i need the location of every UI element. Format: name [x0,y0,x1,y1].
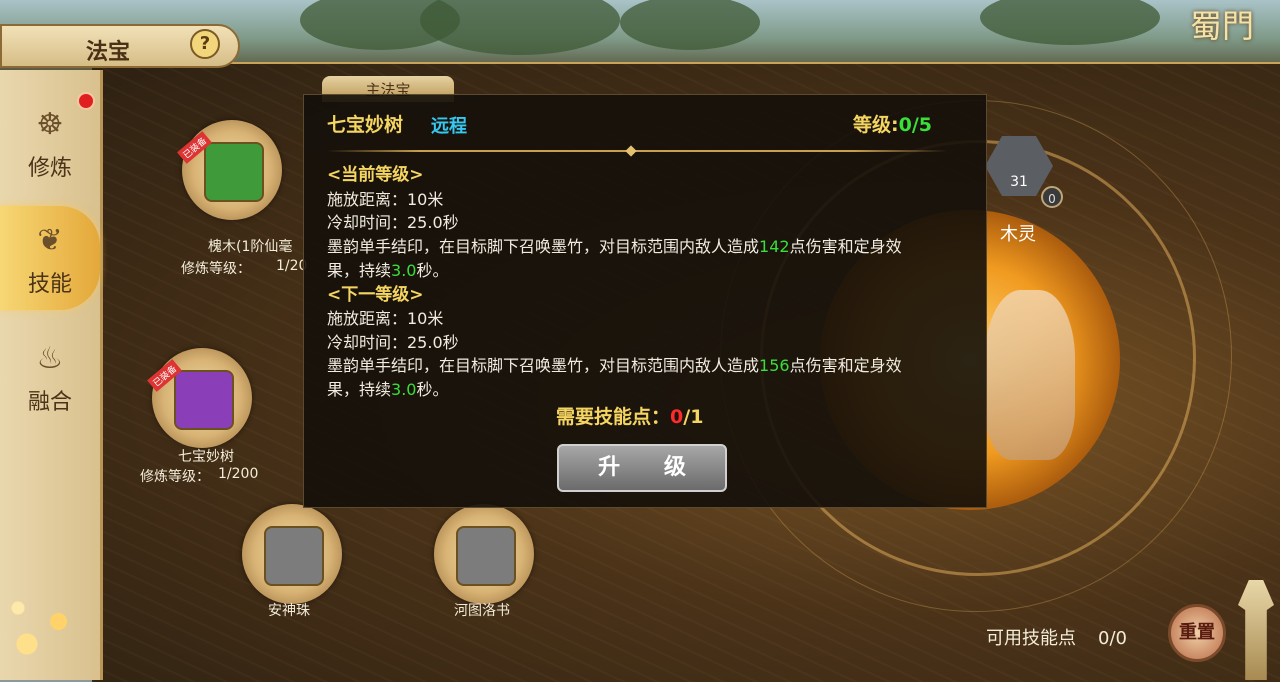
jade-tree-icon [174,370,234,430]
available-skill-points: 可用技能点 0/0 [986,628,1127,649]
cauldron-icon: ♨ [36,341,64,376]
lotus-meditation-icon: ☸ [36,107,64,142]
fairy-figure [985,290,1075,460]
treasure-node-books[interactable] [434,504,534,604]
treasure-name: 河图洛书 [454,603,510,619]
flower-decoration [0,590,90,680]
pearl-icon [264,526,324,586]
treasure-node-pearl[interactable] [242,504,342,604]
help-icon[interactable]: ? [190,29,220,59]
current-level-header: <当前等级> [327,165,424,185]
books-icon [456,526,516,586]
skill-level-display: 等级:0/5 [853,114,933,136]
next-description-line1: 墨韵单手结印，在目标脚下召唤墨竹，对目标范围内敌人造成156点伤害和定身效 [327,356,902,375]
sidebar-item-label: 修炼 [27,156,72,181]
divider [327,150,947,152]
next-cooldown: 冷却时间：25.0秒 [327,333,459,352]
upgrade-button[interactable]: 升 级 [557,444,727,492]
current-description-line2: 果，持续3.0秒。 [327,261,449,280]
treasure-name: 七宝妙树 [178,449,234,465]
skill-points-badge: 0 [1041,186,1063,208]
current-cooldown: 冷却时间：25.0秒 [327,213,459,232]
sidebar-item-label: 技能 [27,272,72,297]
skill-label: 木灵 [1000,224,1036,245]
current-description-line1: 墨韵单手结印，在目标脚下召唤墨竹，对目标范围内敌人造成142点伤害和定身效 [327,237,902,256]
required-skill-points: 需要技能点：0/1 [556,406,704,428]
game-logo: 蜀門 [1190,7,1255,45]
sidebar-item-fusion[interactable]: ♨ 融合 [0,324,100,428]
next-level-header: <下一等级> [327,285,424,305]
sidebar-item-skills[interactable]: ❦ 技能 [0,206,100,310]
cultivate-level-value: 1/200 [218,466,259,482]
brush-icon [204,142,264,202]
next-description-line2: 果，持续3.0秒。 [327,380,449,399]
current-range: 施放距离：10米 [327,190,444,209]
cultivate-level-label: 修炼等级： [140,469,210,485]
sidebar-item-label: 融合 [27,390,72,415]
treasure-name: 安神珠 [268,603,310,619]
cultivate-level-label: 修炼等级： [181,261,251,277]
treasure-node-jade-tree[interactable]: 已装备 [147,348,252,448]
notification-badge [77,92,95,110]
skill-type: 远程 [431,116,467,137]
treasure-name: 槐木(1阶仙毫 [208,239,293,255]
scroll-icon: ❦ [37,223,63,258]
treasure-node-brush[interactable]: 已装备 [177,120,282,220]
reset-button[interactable]: 重置 [1168,604,1226,662]
page-title: 法宝 [86,40,131,65]
next-range: 施放距离：10米 [327,309,444,328]
skill-name: 七宝妙树 [327,114,404,136]
sidebar: ☸ 修炼 ❦ 技能 ♨ 融合 [0,70,103,680]
